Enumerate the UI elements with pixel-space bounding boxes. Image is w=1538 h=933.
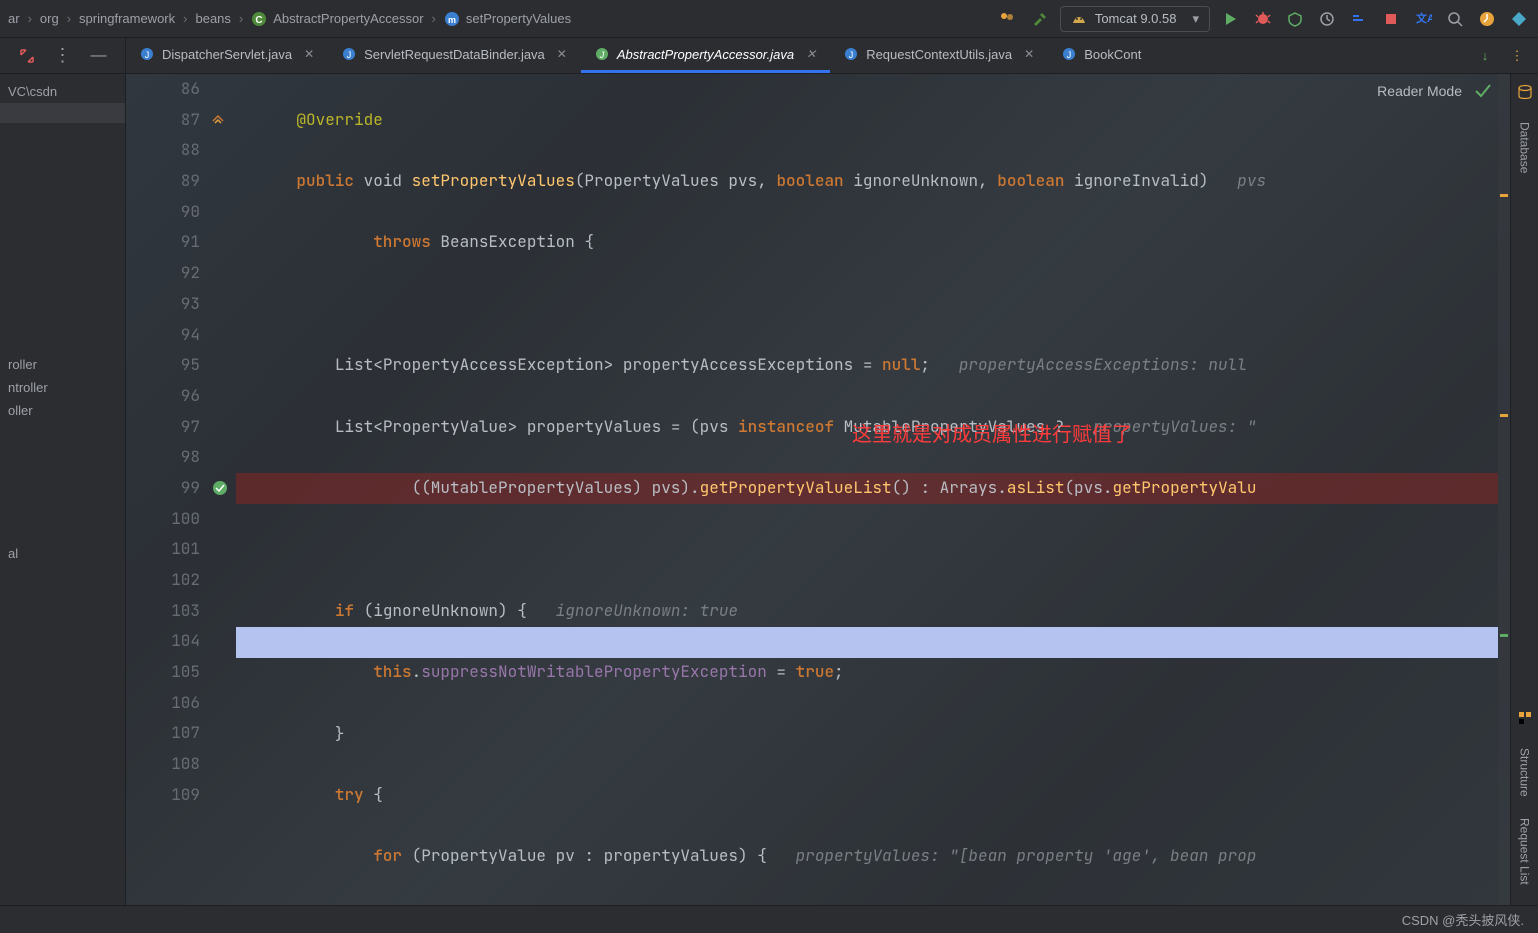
run-config-selector[interactable]: Tomcat 9.0.58 ▾ <box>1060 6 1210 32</box>
expand-icon[interactable] <box>16 45 38 67</box>
side-tool-request[interactable]: Request List <box>1518 818 1532 885</box>
sync-icon[interactable] <box>1476 8 1498 30</box>
tree-item[interactable] <box>0 103 125 123</box>
tab-dispatcher[interactable]: JDispatcherServlet.java✕ <box>126 38 328 73</box>
run-config-label: Tomcat 9.0.58 <box>1095 11 1177 26</box>
tab-bar-right: ↓ ⋮ <box>1464 38 1538 73</box>
bug-icon[interactable] <box>1252 8 1274 30</box>
translate-icon[interactable]: 文A <box>1412 8 1434 30</box>
tree-item[interactable]: al <box>0 542 125 565</box>
close-icon[interactable]: ✕ <box>1024 47 1034 61</box>
code-area[interactable]: @Override public void setPropertyValues(… <box>252 74 1510 905</box>
reader-mode-toggle[interactable]: Reader Mode <box>1377 82 1492 100</box>
minimize-icon[interactable]: — <box>88 45 110 67</box>
class-icon: C <box>251 11 267 27</box>
breakpoint-check-icon[interactable] <box>212 480 228 496</box>
menu-icon[interactable]: ⋮ <box>52 45 74 67</box>
structure-icon[interactable] <box>1517 710 1533 726</box>
svg-text:J: J <box>849 50 854 60</box>
main-content: VC\csdn roller ntroller oller al Reader … <box>0 74 1538 905</box>
close-icon[interactable]: ✕ <box>304 47 314 61</box>
breadcrumb-item[interactable]: springframework <box>79 11 175 26</box>
menu-icon[interactable]: ⋮ <box>1506 45 1528 67</box>
java-icon: J <box>342 47 356 61</box>
tree-item[interactable]: roller <box>0 353 125 376</box>
profiler-icon[interactable] <box>1316 8 1338 30</box>
breadcrumb-item[interactable]: beans <box>195 11 230 26</box>
tomcat-icon <box>1071 11 1087 27</box>
svg-text:文A: 文A <box>1416 11 1432 25</box>
watermark: CSDN @秃头披风侠. <box>1402 910 1524 929</box>
editor-tabs: JDispatcherServlet.java✕ JServletRequest… <box>126 38 1155 73</box>
breadcrumb[interactable]: ar› org› springframework› beans› C Abstr… <box>8 11 571 27</box>
goto-icon[interactable] <box>1348 8 1370 30</box>
java-icon: J <box>844 47 858 61</box>
top-actions: Tomcat 9.0.58 ▾ 文A <box>996 6 1530 32</box>
override-icon[interactable] <box>210 111 226 127</box>
breadcrumb-item[interactable]: org <box>40 11 59 26</box>
hammer-icon[interactable] <box>1028 8 1050 30</box>
svg-text:C: C <box>256 15 263 26</box>
database-icon[interactable] <box>1517 84 1533 100</box>
coverage-icon[interactable] <box>1284 8 1306 30</box>
diamond-icon[interactable] <box>1508 8 1530 30</box>
java-icon: J <box>595 47 609 61</box>
close-icon[interactable]: ✕ <box>806 47 816 61</box>
svg-text:m: m <box>448 15 456 25</box>
breadcrumb-sep: › <box>28 11 32 26</box>
tab-abstractproperty[interactable]: JAbstractPropertyAccessor.java✕ <box>581 38 830 73</box>
tree-path[interactable]: VC\csdn <box>0 80 125 103</box>
editor[interactable]: Reader Mode 8687888990919293949596979899… <box>126 74 1510 905</box>
users-icon[interactable] <box>996 8 1018 30</box>
breadcrumb-item[interactable]: ar <box>8 11 20 26</box>
project-tree[interactable]: VC\csdn roller ntroller oller al <box>0 74 126 905</box>
stop-icon[interactable] <box>1380 8 1402 30</box>
editor-tab-bar: ⋮ — JDispatcherServlet.java✕ JServletReq… <box>0 38 1538 74</box>
gutter-marks[interactable] <box>208 74 238 905</box>
tab-servletrequest[interactable]: JServletRequestDataBinder.java✕ <box>328 38 581 73</box>
java-icon: J <box>1062 47 1076 61</box>
side-tool-structure[interactable]: Structure <box>1518 748 1532 797</box>
tree-item[interactable]: oller <box>0 399 125 422</box>
breadcrumb-item[interactable]: setPropertyValues <box>466 11 571 26</box>
status-bar: CSDN @秃头披风侠. <box>0 905 1538 933</box>
breadcrumb-item[interactable]: AbstractPropertyAccessor <box>273 11 423 26</box>
annotation-overlay: 这里就是对成员属性进行赋值了 <box>852 418 1132 447</box>
close-icon[interactable]: ✕ <box>557 47 567 61</box>
tool-window-buttons: ⋮ — <box>0 38 126 73</box>
editor-content[interactable]: 8687888990919293949596979899100101102103… <box>126 74 1510 905</box>
svg-text:J: J <box>599 50 605 60</box>
top-toolbar: ar› org› springframework› beans› C Abstr… <box>0 0 1538 38</box>
svg-text:J: J <box>1067 50 1072 60</box>
side-tool-database[interactable]: Database <box>1518 122 1532 173</box>
play-icon[interactable] <box>1220 8 1242 30</box>
search-icon[interactable] <box>1444 8 1466 30</box>
tab-requestcontext[interactable]: JRequestContextUtils.java✕ <box>830 38 1048 73</box>
right-tool-strip: Database Structure Request List <box>1510 74 1538 905</box>
check-icon <box>1474 82 1492 100</box>
svg-text:J: J <box>347 50 352 60</box>
java-icon: J <box>140 47 154 61</box>
tree-item[interactable]: ntroller <box>0 376 125 399</box>
method-icon: m <box>444 11 460 27</box>
svg-text:J: J <box>145 50 150 60</box>
scrollbar-map[interactable] <box>1498 74 1510 905</box>
fold-column[interactable] <box>238 74 252 905</box>
chevron-down-icon: ▾ <box>1192 11 1199 27</box>
tab-bookcont[interactable]: JBookCont <box>1048 38 1155 73</box>
line-gutter[interactable]: 8687888990919293949596979899100101102103… <box>126 74 208 905</box>
chevron-down-icon[interactable]: ↓ <box>1474 45 1496 67</box>
